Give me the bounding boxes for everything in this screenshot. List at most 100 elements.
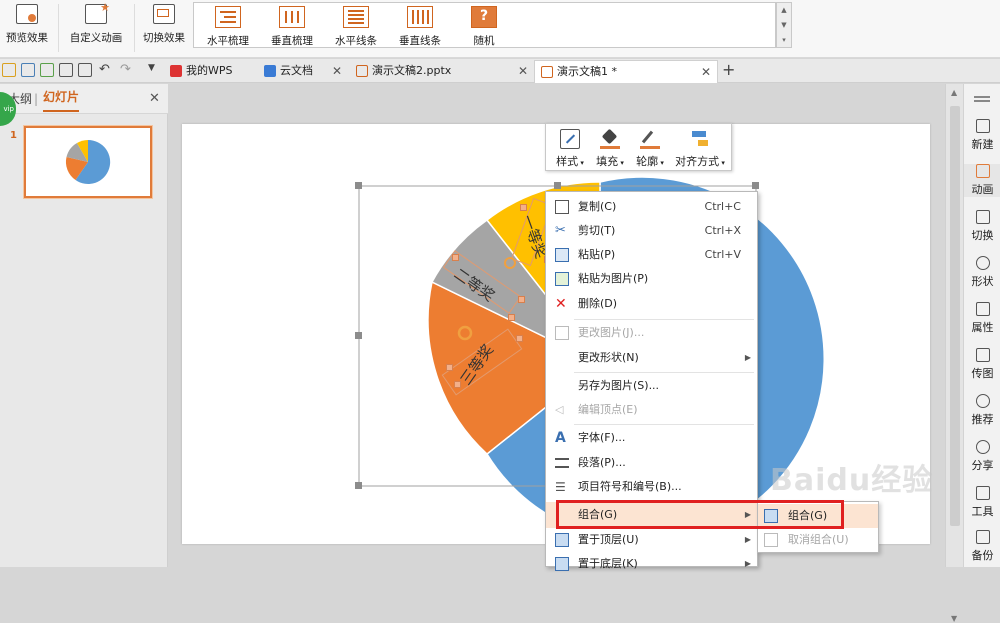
menu-label: 剪切(T)	[578, 224, 616, 237]
menu-item-edit-points: ◁ 编辑顶点(E)	[546, 398, 757, 422]
animation-gallery: 水平梳理 垂直梳理 水平线条 垂直线条 ? 随机	[193, 2, 776, 48]
sidebar-item-upload-image[interactable]: 传图	[964, 348, 1000, 381]
menu-label: 段落(P)...	[578, 456, 626, 469]
shape-handle[interactable]	[446, 364, 453, 371]
redo-icon[interactable]: ↷	[120, 62, 131, 77]
sidebar-item-shapes[interactable]: 形状	[964, 256, 1000, 289]
menu-label: 取消组合(U)	[788, 533, 849, 546]
tab-my-wps[interactable]: 我的WPS	[164, 60, 258, 83]
menu-item-save-as-picture[interactable]: 另存为图片(S)...	[546, 374, 757, 398]
shape-handle[interactable]	[520, 204, 527, 211]
close-icon[interactable]: ✕	[518, 60, 528, 82]
sidebar-label: 传图	[971, 367, 994, 380]
tab-presentation-2[interactable]: 演示文稿2.pptx ✕	[350, 60, 534, 83]
menu-label: 编辑顶点(E)	[578, 403, 638, 416]
tab-cloud-docs[interactable]: 云文档 ✕	[258, 60, 348, 83]
menu-icon[interactable]	[974, 96, 990, 98]
sidebar-item-transition[interactable]: 切换	[964, 210, 1000, 243]
export-icon[interactable]	[40, 63, 54, 77]
slide-thumbnail[interactable]	[24, 126, 152, 198]
document-tab-bar: ↶ ↷ ▼ 我的WPS 云文档 ✕ 演示文稿2.pptx ✕ 演示文稿1 * ✕…	[0, 59, 1000, 83]
submenu-arrow-icon: ▶	[744, 535, 751, 544]
shape-handle[interactable]	[452, 254, 459, 261]
pen-outline-icon	[640, 129, 660, 149]
horizontal-comb-icon	[215, 6, 241, 28]
sidebar-item-recommend[interactable]: 推荐	[964, 394, 1000, 427]
scroll-down-icon[interactable]: ▼	[951, 614, 957, 623]
gallery-scroll[interactable]: ▲ ▼ ▾	[776, 2, 792, 48]
vertical-lines-icon	[407, 6, 433, 28]
menu-shortcut: Ctrl+X	[704, 224, 741, 237]
print-preview-icon[interactable]	[78, 63, 92, 77]
resize-handle[interactable]	[752, 182, 759, 189]
menu-label: 复制(C)	[578, 200, 617, 213]
gallery-item-horizontal-comb[interactable]: 水平梳理	[196, 5, 260, 48]
close-icon[interactable]: ✕	[701, 61, 711, 83]
menu-item-cut[interactable]: ✂ 剪切(T) Ctrl+X	[546, 219, 757, 243]
menu-item-bring-to-front[interactable]: 置于顶层(U) ▶	[546, 528, 757, 552]
resize-handle[interactable]	[355, 332, 362, 339]
resize-handle[interactable]	[554, 182, 561, 189]
pane-header: 大纲 | 幻灯片 ✕	[0, 84, 168, 114]
undo-icon[interactable]: ↶	[99, 62, 110, 77]
gallery-item-random[interactable]: ? 随机	[452, 5, 516, 48]
scroll-up-icon[interactable]: ▲	[951, 88, 957, 97]
close-pane-icon[interactable]: ✕	[149, 84, 160, 114]
custom-animation-button[interactable]: ★ 自定义动画	[64, 1, 128, 54]
menu-item-paragraph[interactable]: 段落(P)...	[546, 451, 757, 475]
gallery-item-horizontal-lines[interactable]: 水平线条	[324, 5, 388, 48]
menu-item-paste[interactable]: 粘贴(P) Ctrl+V	[546, 243, 757, 267]
sidebar-label: 新建	[971, 138, 994, 151]
shape-handle[interactable]	[516, 335, 523, 342]
tab-slides[interactable]: 幻灯片	[43, 84, 80, 112]
gallery-item-vertical-lines[interactable]: 垂直线条	[388, 5, 452, 48]
gallery-label: 垂直梳理	[271, 35, 313, 47]
menu-item-send-to-back[interactable]: 置于底层(K) ▶	[546, 552, 757, 576]
menu-item-change-shape[interactable]: 更改形状(N) ▶	[546, 346, 757, 370]
menu-item-font[interactable]: A 字体(F)...	[546, 426, 757, 450]
shape-handle[interactable]	[518, 296, 525, 303]
sidebar-item-tools[interactable]: 工具	[964, 486, 1000, 519]
tab-presentation-1[interactable]: 演示文稿1 * ✕	[534, 60, 718, 83]
vertical-scrollbar[interactable]: ▲ ▼	[945, 84, 963, 623]
delete-x-icon: ✕	[555, 296, 567, 312]
gallery-label: 水平梳理	[207, 35, 249, 47]
align-button[interactable]: 对齐方式 ▾	[670, 127, 730, 169]
bring-front-icon	[555, 533, 569, 547]
sidebar-item-animation[interactable]: 动画	[964, 164, 1000, 197]
resize-handle[interactable]	[355, 482, 362, 489]
paste-icon	[555, 248, 569, 262]
presentation-icon	[541, 66, 553, 78]
resize-handle[interactable]	[355, 182, 362, 189]
menu-item-paste-as-picture[interactable]: 粘贴为图片(P)	[546, 267, 757, 291]
menu-item-delete[interactable]: ✕ 删除(D)	[546, 292, 757, 316]
outline-button[interactable]: 轮廓 ▾	[630, 127, 670, 169]
menu-label: 删除(D)	[578, 297, 618, 310]
sidebar-item-new[interactable]: 新建	[964, 119, 1000, 152]
open-icon[interactable]	[2, 63, 16, 77]
sidebar-item-share[interactable]: 分享	[964, 440, 1000, 473]
sidebar-item-properties[interactable]: 属性	[964, 302, 1000, 335]
close-icon[interactable]: ✕	[332, 60, 342, 82]
menu-label: 更改形状(N)	[578, 351, 639, 364]
submenu-arrow-icon: ▶	[744, 353, 751, 362]
preview-effect-button[interactable]: 预览效果	[2, 2, 52, 54]
fill-button[interactable]: 填充 ▾	[590, 127, 630, 169]
custom-animation-label: 自定义动画	[69, 32, 123, 44]
menu-item-bullets-numbering[interactable]: ☰ 项目符号和编号(B)...	[546, 475, 757, 499]
print-icon[interactable]	[59, 63, 73, 77]
save-icon[interactable]	[21, 63, 35, 77]
chevron-down-icon[interactable]: ▼	[148, 63, 155, 73]
slide-number: 1	[10, 130, 17, 141]
shape-handle[interactable]	[454, 381, 461, 388]
menu-item-copy[interactable]: 复制(C) Ctrl+C	[546, 195, 757, 219]
gallery-item-vertical-comb[interactable]: 垂直梳理	[260, 5, 324, 48]
scroll-thumb[interactable]	[950, 106, 960, 526]
style-button[interactable]: 样式 ▾	[550, 127, 590, 169]
sidebar-item-backup[interactable]: 备份	[964, 530, 1000, 563]
new-tab-plus-icon[interactable]: +	[722, 60, 735, 79]
copy-icon	[555, 200, 569, 214]
shape-handle[interactable]	[508, 314, 515, 321]
random-icon: ?	[471, 6, 497, 28]
transition-effect-button[interactable]: 切换效果	[138, 2, 190, 54]
